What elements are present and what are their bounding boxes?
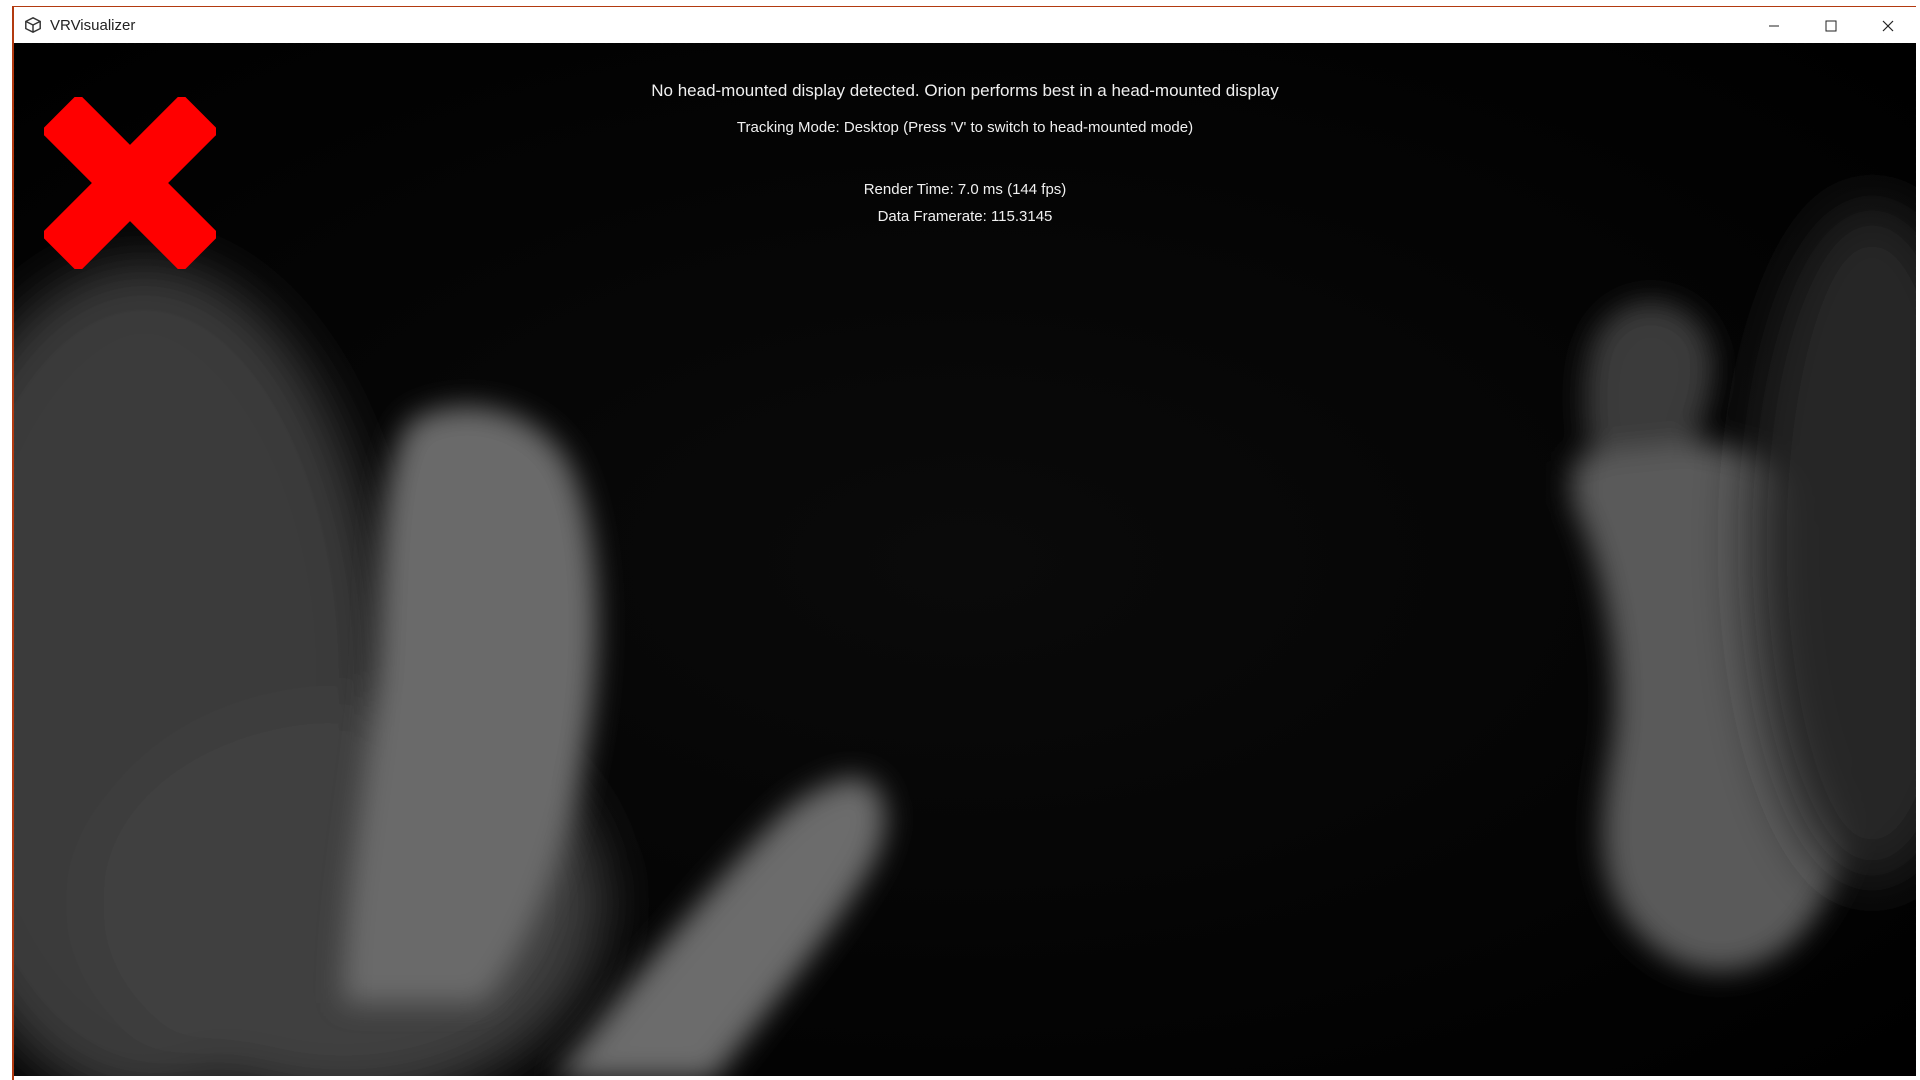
close-button[interactable]	[1859, 7, 1916, 44]
bottom-edge-strip	[14, 1076, 1916, 1080]
data-framerate-label: Data Framerate: 115.3145	[877, 208, 1053, 225]
unity-icon	[25, 16, 41, 34]
tracking-mode-label: Tracking Mode: Desktop (Press 'V' to swi…	[736, 119, 1194, 136]
title-bar[interactable]: VRVisualizer	[14, 6, 1916, 43]
minimize-icon	[1768, 25, 1779, 26]
close-icon	[1882, 20, 1893, 31]
app-window: VRVisualizer No head-mounted display det…	[12, 6, 1916, 1080]
minimize-button[interactable]	[1745, 7, 1802, 44]
window-title: VRVisualizer	[50, 16, 136, 34]
ir-hand-image	[14, 43, 1916, 1080]
red-x-icon	[44, 97, 216, 269]
window-controls	[1745, 7, 1916, 44]
hmd-warning-message: No head-mounted display detected. Orion …	[651, 81, 1279, 100]
camera-viewport[interactable]: No head-mounted display detected. Orion …	[14, 43, 1916, 1080]
maximize-button[interactable]	[1802, 7, 1859, 44]
render-time-label: Render Time: 7.0 ms (144 fps)	[863, 181, 1067, 198]
maximize-icon	[1825, 20, 1836, 31]
